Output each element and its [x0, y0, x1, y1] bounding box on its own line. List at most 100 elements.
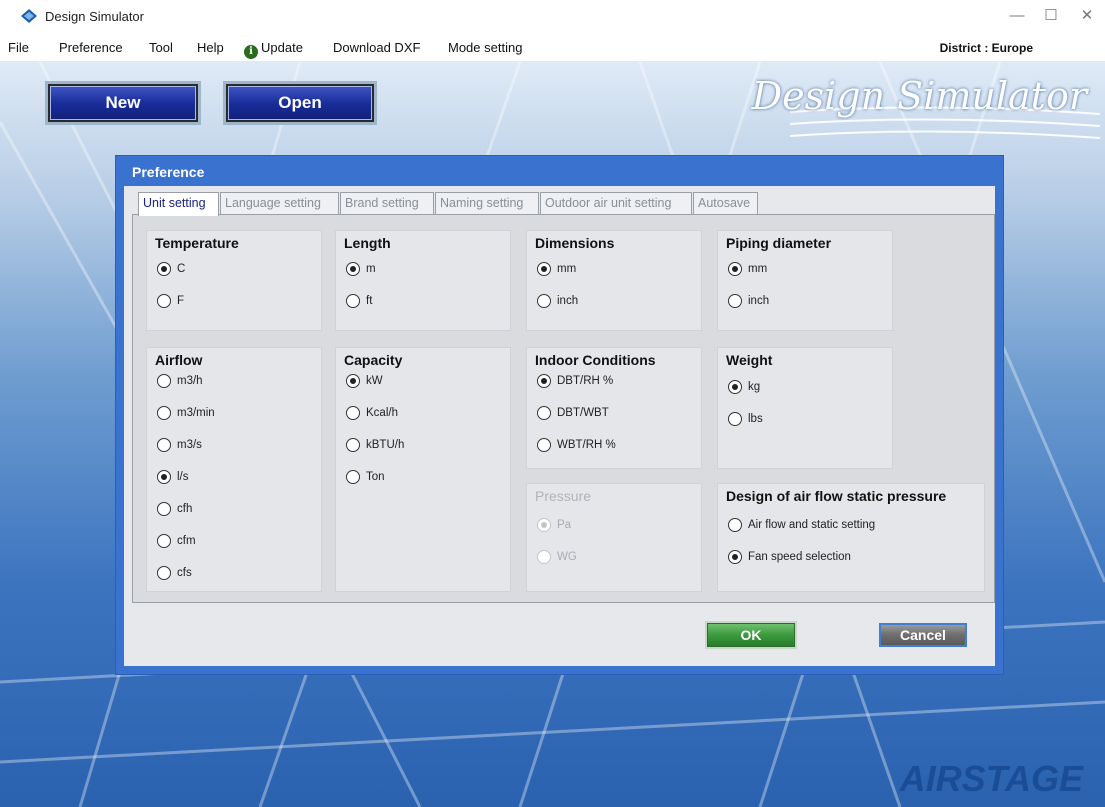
radio-icon[interactable] [157, 294, 171, 308]
radio-icon[interactable] [537, 294, 551, 308]
info-icon: i [244, 45, 258, 59]
group-title: Dimensions [535, 235, 615, 251]
radio-selected-icon[interactable] [157, 470, 171, 484]
radio-selected-icon[interactable] [537, 262, 551, 276]
option-label: lbs [748, 413, 763, 426]
radio-selected-icon[interactable] [728, 262, 742, 276]
close-button[interactable]: ✕ [1075, 6, 1099, 26]
option-label: F [177, 295, 185, 308]
radio-length-m[interactable]: m [346, 262, 376, 278]
radio-selected-icon[interactable] [346, 262, 360, 276]
ok-button[interactable]: OK [707, 623, 795, 647]
tab-autosave[interactable]: Autosave [693, 192, 758, 214]
dialog-body: Unit setting Language setting Brand sett… [124, 186, 995, 666]
radio-icon[interactable] [728, 294, 742, 308]
radio-icon[interactable] [346, 438, 360, 452]
radio-capacity-kcalh[interactable]: Kcal/h [346, 406, 398, 422]
radio-weight-lbs[interactable]: lbs [728, 412, 763, 428]
radio-length-ft[interactable]: ft [346, 294, 372, 310]
dialog-title: Preference [132, 164, 205, 180]
radio-dimensions-inch[interactable]: inch [537, 294, 578, 310]
radio-icon[interactable] [346, 406, 360, 420]
radio-fan-speed-selection[interactable]: Fan speed selection [728, 550, 851, 566]
option-label: m3/s [177, 439, 202, 452]
radio-temperature-f[interactable]: F [157, 294, 184, 310]
tab-language-setting[interactable]: Language setting [220, 192, 339, 214]
group-title: Capacity [344, 352, 403, 368]
option-label: WBT/RH % [557, 439, 616, 452]
menu-update[interactable]: i Update [244, 40, 303, 59]
radio-airflow-cfm[interactable]: cfm [157, 534, 196, 550]
menu-update-label: Update [261, 40, 303, 55]
radio-icon[interactable] [537, 406, 551, 420]
group-title: Weight [726, 352, 773, 368]
new-button[interactable]: New [48, 84, 198, 122]
menu-file[interactable]: File [8, 40, 29, 55]
radio-airflow-m3min[interactable]: m3/min [157, 406, 215, 422]
radio-icon[interactable] [157, 502, 171, 516]
radio-indoor-wbt-rh[interactable]: WBT/RH % [537, 438, 616, 454]
maximize-button[interactable]: ☐ [1039, 6, 1063, 26]
option-label: Kcal/h [366, 407, 398, 420]
minimize-button[interactable]: — [1005, 6, 1029, 26]
tab-unit-setting[interactable]: Unit setting [138, 192, 219, 216]
radio-indoor-dbt-wbt[interactable]: DBT/WBT [537, 406, 609, 422]
radio-icon[interactable] [346, 470, 360, 484]
menu-tool[interactable]: Tool [149, 40, 173, 55]
radio-selected-icon[interactable] [728, 550, 742, 564]
option-label: DBT/WBT [557, 407, 609, 420]
menu-mode-setting[interactable]: Mode setting [448, 40, 522, 55]
radio-selected-icon[interactable] [157, 262, 171, 276]
tab-brand-setting[interactable]: Brand setting [340, 192, 434, 214]
radio-capacity-kbtuh[interactable]: kBTU/h [346, 438, 404, 454]
radio-airflow-m3s[interactable]: m3/s [157, 438, 202, 454]
radio-airflow-cfs[interactable]: cfs [157, 566, 192, 582]
group-piping-diameter: Piping diameter mm inch [717, 230, 893, 331]
open-button[interactable]: Open [226, 84, 374, 122]
radio-pressure-pa: Pa [537, 518, 571, 534]
option-label: Pa [557, 519, 572, 532]
option-label: inch [748, 295, 770, 308]
cancel-button[interactable]: Cancel [879, 623, 967, 647]
radio-air-flow-static-setting[interactable]: Air flow and static setting [728, 518, 875, 534]
radio-icon[interactable] [157, 374, 171, 388]
option-label: Fan speed selection [748, 551, 851, 564]
option-label: m [366, 263, 376, 276]
radio-capacity-ton[interactable]: Ton [346, 470, 385, 486]
radio-piping-inch[interactable]: inch [728, 294, 769, 310]
radio-piping-mm[interactable]: mm [728, 262, 767, 278]
option-label: cfs [177, 567, 192, 580]
group-title: Design of air flow static pressure [726, 488, 947, 504]
unit-setting-panel: Temperature C F Length m ft Dimensions m… [132, 214, 995, 603]
radio-icon[interactable] [157, 438, 171, 452]
radio-indoor-dbt-rh[interactable]: DBT/RH % [537, 374, 613, 390]
radio-icon[interactable] [728, 412, 742, 426]
menu-preference[interactable]: Preference [59, 40, 123, 55]
option-label: ft [366, 295, 373, 308]
group-title: Temperature [155, 235, 239, 251]
group-indoor-conditions: Indoor Conditions DBT/RH % DBT/WBT WBT/R… [526, 347, 702, 469]
menu-help[interactable]: Help [197, 40, 224, 55]
radio-icon [537, 550, 551, 564]
radio-capacity-kw[interactable]: kW [346, 374, 383, 390]
radio-selected-icon[interactable] [346, 374, 360, 388]
menu-download-dxf[interactable]: Download DXF [333, 40, 420, 55]
radio-selected-icon[interactable] [728, 380, 742, 394]
tab-naming-setting[interactable]: Naming setting [435, 192, 539, 214]
radio-icon[interactable] [157, 566, 171, 580]
radio-airflow-cfh[interactable]: cfh [157, 502, 192, 518]
window-title: Design Simulator [45, 9, 144, 24]
radio-icon[interactable] [157, 534, 171, 548]
radio-icon[interactable] [157, 406, 171, 420]
radio-weight-kg[interactable]: kg [728, 380, 760, 396]
option-label: l/s [177, 471, 189, 484]
radio-airflow-m3h[interactable]: m3/h [157, 374, 203, 390]
radio-temperature-c[interactable]: C [157, 262, 185, 278]
radio-icon[interactable] [346, 294, 360, 308]
radio-icon[interactable] [728, 518, 742, 532]
tab-outdoor-air-unit-setting[interactable]: Outdoor air unit setting [540, 192, 692, 214]
radio-airflow-ls[interactable]: l/s [157, 470, 189, 486]
radio-icon[interactable] [537, 438, 551, 452]
radio-dimensions-mm[interactable]: mm [537, 262, 576, 278]
radio-selected-icon[interactable] [537, 374, 551, 388]
